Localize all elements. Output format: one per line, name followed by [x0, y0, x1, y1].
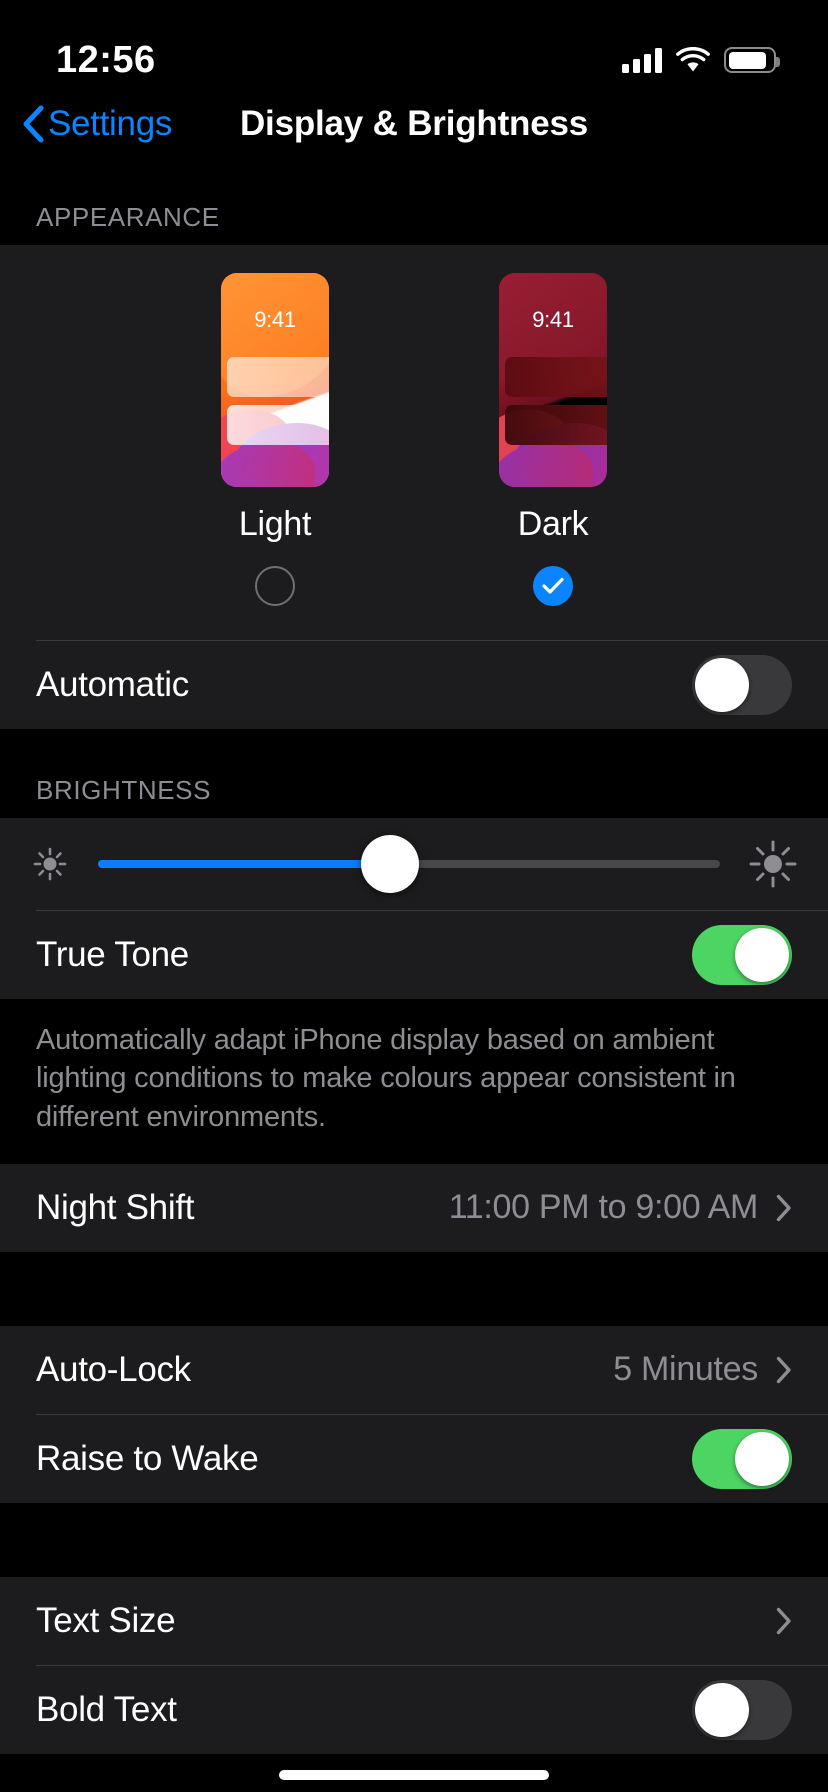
light-radio-button[interactable] [255, 566, 295, 606]
raise-to-wake-toggle[interactable] [692, 1429, 792, 1489]
text-size-row[interactable]: Text Size [0, 1577, 828, 1665]
automatic-label: Automatic [36, 665, 189, 705]
chevron-right-icon [776, 1194, 792, 1222]
battery-icon [724, 47, 776, 73]
brightness-group: True Tone [0, 818, 828, 999]
dark-preview-cards [505, 357, 607, 453]
night-shift-label: Night Shift [36, 1188, 194, 1228]
brightness-track-fill [98, 860, 390, 868]
night-shift-group: Night Shift 11:00 PM to 9:00 AM [0, 1164, 828, 1252]
bold-text-row[interactable]: Bold Text [0, 1666, 828, 1754]
text-size-label: Text Size [36, 1601, 175, 1641]
sun-small-icon [28, 842, 72, 886]
brightness-section-header: BRIGHTNESS [0, 729, 828, 818]
text-group: Text Size Bold Text [0, 1577, 828, 1754]
appearance-group: 9:41 Light [0, 245, 828, 729]
back-button-label: Settings [48, 104, 172, 144]
checkmark-icon [542, 577, 564, 595]
home-indicator [279, 1770, 549, 1780]
light-preview-thumbnail: 9:41 [221, 273, 329, 487]
true-tone-row[interactable]: True Tone [0, 911, 828, 999]
true-tone-toggle[interactable] [692, 925, 792, 985]
bold-text-toggle[interactable] [692, 1680, 792, 1740]
night-shift-value: 11:00 PM to 9:00 AM [449, 1188, 758, 1227]
brightness-thumb[interactable] [361, 835, 419, 893]
chevron-right-icon [776, 1607, 792, 1635]
back-button[interactable]: Settings [0, 104, 172, 144]
true-tone-label: True Tone [36, 935, 189, 975]
dark-radio-button[interactable] [533, 566, 573, 606]
appearance-option-dark[interactable]: 9:41 Dark [499, 273, 607, 606]
bold-text-label: Bold Text [36, 1690, 177, 1730]
group-gap-1 [0, 1252, 828, 1326]
wifi-icon [676, 47, 710, 73]
night-shift-row[interactable]: Night Shift 11:00 PM to 9:00 AM [0, 1164, 828, 1252]
light-preview-cards [227, 357, 329, 453]
auto-lock-row[interactable]: Auto-Lock 5 Minutes [0, 1326, 828, 1414]
chevron-left-icon [22, 105, 44, 143]
appearance-section-header: APPEARANCE [0, 156, 828, 245]
dark-preview-time: 9:41 [499, 307, 607, 333]
navigation-bar: Settings Display & Brightness [0, 92, 828, 156]
lock-group: Auto-Lock 5 Minutes Raise to Wake [0, 1326, 828, 1503]
status-bar-time: 12:56 [56, 39, 156, 82]
group-gap-2 [0, 1503, 828, 1577]
sun-large-icon [746, 837, 800, 891]
dark-label: Dark [518, 505, 589, 544]
appearance-option-light[interactable]: 9:41 Light [221, 273, 329, 606]
brightness-slider[interactable] [98, 834, 720, 894]
status-bar: 12:56 [0, 0, 828, 92]
appearance-picker: 9:41 Light [0, 245, 828, 640]
iphone-screen: 12:56 Settings Display & Brightness APPE… [0, 0, 828, 1792]
cellular-bars-icon [622, 47, 662, 73]
dark-preview-thumbnail: 9:41 [499, 273, 607, 487]
light-label: Light [239, 505, 311, 544]
status-bar-indicators [622, 47, 776, 73]
brightness-slider-row[interactable] [0, 818, 828, 910]
light-preview-time: 9:41 [221, 307, 329, 333]
true-tone-footer-text: Automatically adapt iPhone display based… [0, 999, 828, 1164]
raise-to-wake-label: Raise to Wake [36, 1439, 258, 1479]
chevron-right-icon [776, 1356, 792, 1384]
automatic-row[interactable]: Automatic [0, 641, 828, 729]
automatic-toggle[interactable] [692, 655, 792, 715]
raise-to-wake-row[interactable]: Raise to Wake [0, 1415, 828, 1503]
auto-lock-label: Auto-Lock [36, 1350, 191, 1390]
auto-lock-value: 5 Minutes [613, 1350, 758, 1389]
